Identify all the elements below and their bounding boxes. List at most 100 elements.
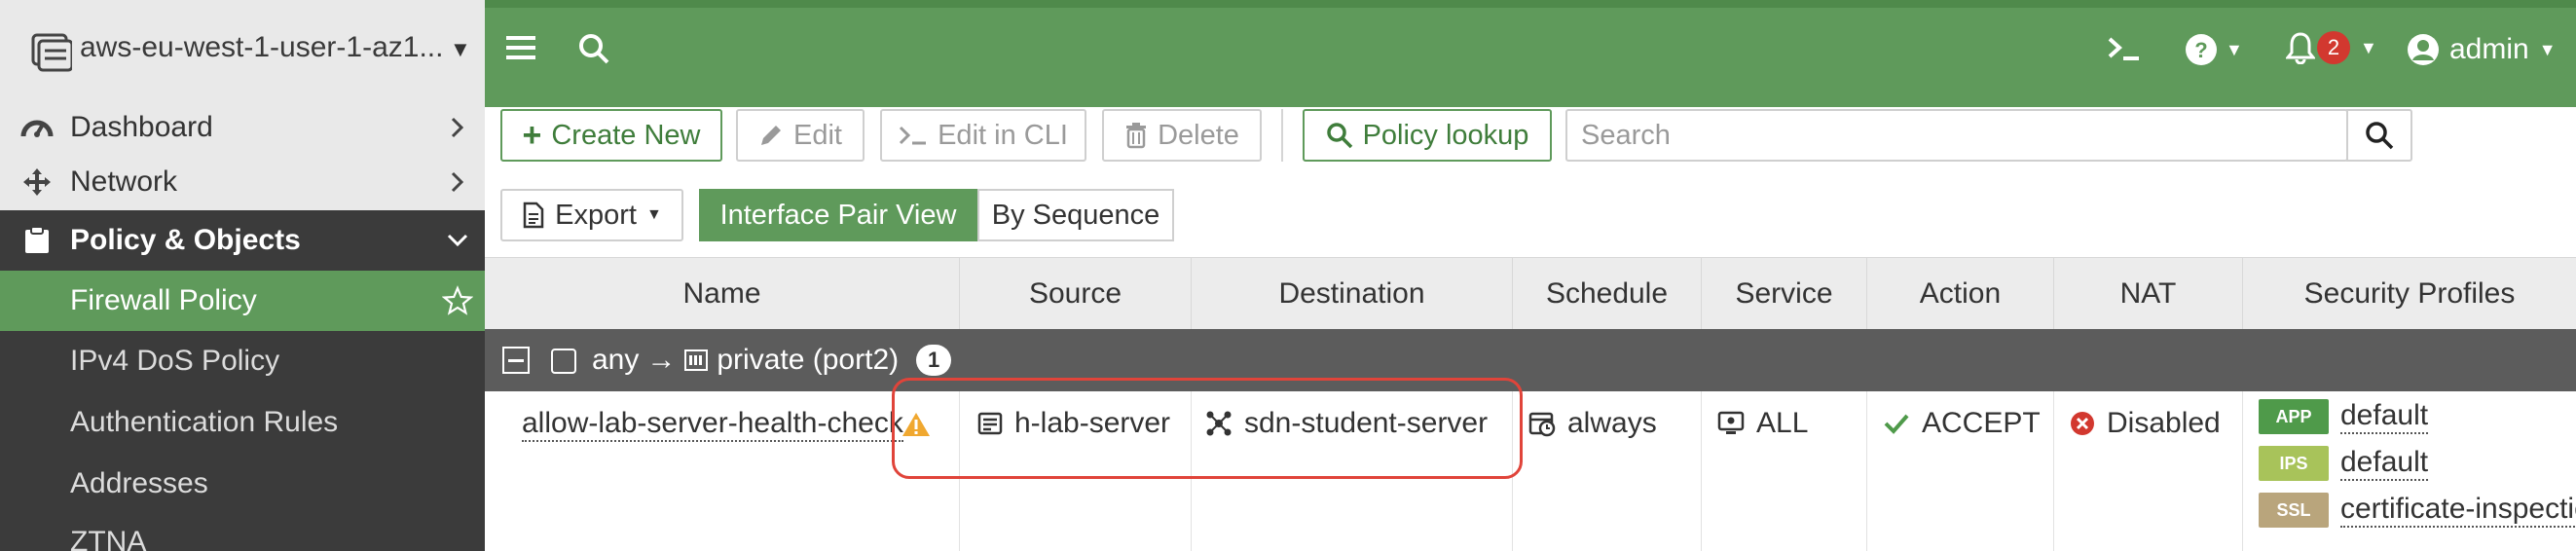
svg-text:?: ?	[2194, 38, 2207, 62]
disabled-icon	[2071, 412, 2094, 435]
column-header-security-profiles[interactable]: Security Profiles	[2243, 258, 2576, 330]
tab-by-sequence[interactable]: By Sequence	[977, 189, 1174, 241]
sidebar-item-network[interactable]: Network	[0, 152, 485, 212]
sidebar-item-label: Authentication Rules	[70, 406, 339, 438]
delete-button[interactable]: Delete	[1102, 109, 1262, 162]
plus-icon: +	[522, 117, 542, 154]
highlight-annotation	[892, 378, 1523, 479]
cli-console-icon[interactable]	[2107, 35, 2142, 62]
notifications-menu[interactable]: 2 ▼	[2286, 31, 2377, 64]
chevron-right-icon	[430, 170, 485, 194]
dashboard-icon	[0, 113, 70, 142]
action-value: ACCEPT	[1922, 407, 2041, 439]
search-placeholder: Search	[1581, 119, 1671, 151]
trash-icon	[1126, 123, 1147, 149]
user-name: admin	[2449, 33, 2529, 65]
user-menu[interactable]: admin ▼	[2407, 33, 2557, 66]
network-icon	[0, 166, 70, 198]
tab-interface-pair-view[interactable]: Interface Pair View	[699, 189, 977, 241]
policy-lookup-label: Policy lookup	[1362, 119, 1529, 151]
source-interface: any	[592, 344, 640, 376]
service-value[interactable]: ALL	[1756, 407, 1808, 440]
sidebar-item-dashboard[interactable]: Dashboard	[0, 97, 485, 158]
table-header: Name Source Destination Schedule Service…	[485, 257, 2576, 330]
sidebar-group-label: Policy & Objects	[70, 224, 301, 256]
search-submit-button[interactable]	[2346, 109, 2412, 162]
search-icon[interactable]	[578, 33, 609, 64]
cell-service: ALL	[1702, 391, 1867, 551]
policy-name[interactable]: allow-lab-server-health-check	[522, 407, 903, 442]
column-header-source[interactable]: Source	[960, 258, 1192, 330]
interface-pair-group-row[interactable]: any → private (port2) 1	[485, 329, 2576, 391]
column-header-service[interactable]: Service	[1702, 258, 1867, 330]
table-row[interactable]: allow-lab-server-health-check h-lab-serv…	[485, 391, 2576, 551]
ssl-badge: SSL	[2259, 493, 2329, 528]
notification-badge: 2	[2317, 31, 2350, 64]
tab-label: Interface Pair View	[719, 199, 957, 231]
profile-ips[interactable]: IPS default	[2259, 446, 2429, 481]
policy-lookup-button[interactable]: Policy lookup	[1303, 109, 1552, 162]
chevron-down-icon: ▼	[450, 37, 471, 61]
column-header-nat[interactable]: NAT	[2054, 258, 2243, 330]
sidebar-item-addresses[interactable]: Addresses	[0, 454, 485, 514]
arrow-icon: →	[646, 344, 677, 376]
column-header-action[interactable]: Action	[1867, 258, 2054, 330]
profile-value[interactable]: certificate-inspection	[2340, 493, 2576, 528]
sidebar-item-firewall-policy[interactable]: Firewall Policy	[0, 271, 485, 331]
profile-app[interactable]: APP default	[2259, 399, 2429, 434]
sidebar-item-label: Network	[70, 165, 178, 198]
top-bar: ? ▼ 2 ▼ admin ▼	[485, 0, 2576, 107]
port-icon	[684, 349, 709, 371]
edit-button[interactable]: Edit	[736, 109, 865, 162]
device-name: aws-eu-west-1-user-1-az1...	[80, 31, 444, 63]
profile-ssl[interactable]: SSL certificate-inspection	[2259, 493, 2576, 528]
column-header-schedule[interactable]: Schedule	[1513, 258, 1702, 330]
collapse-icon[interactable]	[502, 347, 530, 374]
chevron-right-icon	[430, 116, 485, 139]
export-label: Export	[555, 199, 637, 231]
device-icon	[31, 33, 72, 72]
tab-label: By Sequence	[991, 199, 1160, 231]
create-new-label: Create New	[551, 119, 701, 151]
chevron-down-icon: ▼	[2226, 39, 2243, 59]
checkmark-icon	[1884, 414, 1909, 434]
edit-in-cli-label: Edit in CLI	[938, 119, 1068, 151]
ips-badge: IPS	[2259, 446, 2329, 481]
edit-in-cli-button[interactable]: Edit in CLI	[880, 109, 1086, 162]
schedule-value[interactable]: always	[1567, 407, 1657, 440]
profile-value[interactable]: default	[2340, 446, 2429, 481]
delete-label: Delete	[1158, 119, 1239, 151]
sidebar-item-label: Firewall Policy	[70, 284, 257, 316]
help-menu[interactable]: ? ▼	[2185, 33, 2243, 66]
policy-count-badge: 1	[916, 345, 952, 376]
profile-value[interactable]: default	[2340, 399, 2429, 434]
toolbar-divider	[1281, 109, 1283, 162]
column-header-name[interactable]: Name	[485, 258, 960, 330]
document-icon	[523, 202, 544, 229]
menu-icon[interactable]	[506, 35, 535, 60]
cell-nat: Disabled	[2054, 391, 2243, 551]
app-badge: APP	[2259, 399, 2329, 434]
create-new-button[interactable]: + Create New	[500, 109, 722, 162]
sidebar-item-label: ZTNA	[70, 526, 147, 551]
sidebar-item-ztna[interactable]: ZTNA	[0, 512, 485, 551]
column-header-destination[interactable]: Destination	[1192, 258, 1513, 330]
bell-icon	[2286, 32, 2315, 64]
device-selector[interactable]: aws-eu-west-1-user-1-az1... ▼	[0, 0, 485, 107]
sidebar-item-policy-objects[interactable]: Policy & Objects	[0, 210, 485, 271]
search-icon	[1326, 123, 1352, 149]
cli-icon	[900, 126, 927, 145]
cell-action: ACCEPT	[1867, 391, 2054, 551]
export-button[interactable]: Export ▼	[500, 189, 683, 241]
sidebar-item-ipv4-dos-policy[interactable]: IPv4 DoS Policy	[0, 331, 485, 391]
top-bar-accent	[485, 0, 2576, 8]
destination-interface: private (port2)	[717, 344, 900, 376]
search-input[interactable]: Search	[1565, 109, 2348, 162]
cell-schedule: always	[1513, 391, 1702, 551]
sidebar-item-label: IPv4 DoS Policy	[70, 345, 280, 377]
select-checkbox[interactable]	[551, 349, 576, 374]
sidebar-item-label: Addresses	[70, 467, 208, 499]
star-icon[interactable]	[430, 285, 485, 316]
sidebar-item-authentication-rules[interactable]: Authentication Rules	[0, 392, 485, 453]
sidebar-item-label: Dashboard	[70, 111, 213, 143]
